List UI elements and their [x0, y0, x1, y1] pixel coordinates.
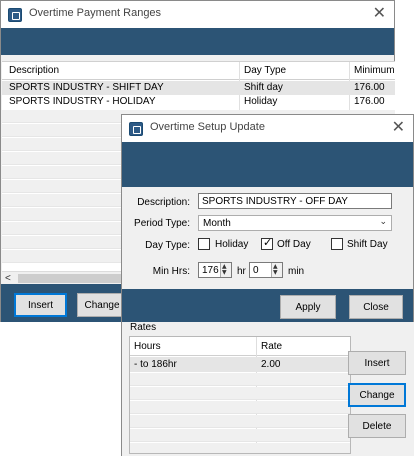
- column-header-hours[interactable]: Hours: [134, 341, 161, 352]
- rates-change-button[interactable]: Change: [348, 383, 406, 407]
- title-bar: Overtime Setup Update ✕: [122, 115, 413, 142]
- description-label: Description:: [137, 197, 190, 208]
- cell-day-type: Holiday: [244, 96, 278, 107]
- insert-button[interactable]: Insert: [14, 293, 67, 317]
- grid-header: Description Day Type Minimum: [2, 62, 395, 80]
- empty-row: [130, 373, 350, 386]
- off-day-checkbox[interactable]: ✓: [261, 236, 273, 250]
- close-icon[interactable]: ✕: [392, 117, 405, 136]
- horizontal-scrollbar[interactable]: <: [2, 271, 122, 284]
- empty-row: [130, 443, 350, 453]
- close-icon[interactable]: ✕: [373, 3, 386, 22]
- rates-change-button-label: Change: [359, 390, 395, 401]
- cell-description: SPORTS INDUSTRY - HOLIDAY: [9, 96, 156, 107]
- overtime-setup-update-window: Overtime Setup Update ✕ Description: SPO…: [121, 114, 414, 323]
- title-bar: Overtime Payment Ranges ✕: [1, 1, 394, 28]
- grid-header: Hours Rate: [130, 337, 350, 356]
- header-band: [122, 142, 413, 187]
- cell-minimum: 176.00: [354, 82, 385, 93]
- cell-day-type: Shift day: [244, 82, 283, 93]
- window-title: Overtime Payment Ranges: [29, 7, 162, 19]
- cell-description: SPORTS INDUSTRY - SHIFT DAY: [9, 82, 164, 93]
- column-header-description[interactable]: Description: [9, 65, 59, 76]
- cell-rate: 2.00: [261, 359, 281, 370]
- rates-insert-button[interactable]: Insert: [348, 351, 406, 375]
- period-type-label: Period Type:: [134, 218, 190, 229]
- window-title: Overtime Setup Update: [150, 121, 265, 133]
- min-hrs-label: Min Hrs:: [152, 266, 190, 277]
- column-header-rate[interactable]: Rate: [261, 341, 282, 352]
- table-row[interactable]: SPORTS INDUSTRY - SHIFT DAY Shift day 17…: [2, 81, 395, 95]
- header-band: [1, 28, 394, 55]
- rates-delete-button[interactable]: Delete: [348, 414, 406, 438]
- change-button[interactable]: Change: [77, 293, 127, 317]
- shift-day-checkbox-label[interactable]: Shift Day: [347, 239, 388, 250]
- min-hours-stepper[interactable]: 176 ▲ ▼: [198, 262, 232, 278]
- scrollbar-thumb[interactable]: [18, 274, 122, 283]
- close-button[interactable]: Close: [349, 295, 403, 319]
- min-minutes-stepper[interactable]: 0 ▲ ▼: [249, 262, 283, 278]
- table-row[interactable]: SPORTS INDUSTRY - HOLIDAY Holiday 176.00: [2, 95, 395, 109]
- spin-down-icon[interactable]: ▼: [273, 270, 278, 276]
- apply-button[interactable]: Apply: [280, 295, 336, 319]
- empty-row: [130, 429, 350, 442]
- rates-panel: Rates Hours Rate - to 186hr 2.00 Insert …: [121, 322, 414, 456]
- day-type-label: Day Type:: [145, 240, 190, 251]
- min-hours-value: 176: [202, 265, 219, 276]
- description-input[interactable]: SPORTS INDUSTRY - OFF DAY: [198, 193, 392, 209]
- stepper-buttons[interactable]: ▲ ▼: [220, 263, 231, 277]
- empty-row: [130, 387, 350, 400]
- chevron-down-icon[interactable]: ⌄: [379, 217, 387, 227]
- shift-day-checkbox[interactable]: [331, 238, 343, 250]
- change-button-label: Change: [84, 300, 120, 311]
- holiday-checkbox[interactable]: [198, 238, 210, 250]
- column-header-minimum[interactable]: Minimum: [354, 65, 395, 76]
- app-icon: [8, 8, 22, 22]
- spin-down-icon[interactable]: ▼: [222, 270, 227, 276]
- insert-button-label: Insert: [27, 300, 53, 311]
- empty-row: [130, 401, 350, 414]
- rates-insert-button-label: Insert: [364, 358, 390, 369]
- min-unit-label: min: [288, 266, 305, 277]
- period-type-value: Month: [203, 218, 231, 229]
- stepper-buttons[interactable]: ▲ ▼: [271, 263, 282, 277]
- hr-unit-label: hr: [237, 266, 246, 277]
- rates-grid[interactable]: Hours Rate - to 186hr 2.00: [129, 336, 351, 454]
- cell-hours: - to 186hr: [134, 359, 177, 370]
- close-button-label: Close: [363, 302, 389, 313]
- period-type-select[interactable]: Month ⌄: [198, 215, 392, 231]
- table-row[interactable]: - to 186hr 2.00: [130, 357, 350, 372]
- apply-button-label: Apply: [295, 302, 321, 313]
- cell-minimum: 176.00: [354, 96, 385, 107]
- empty-row: [130, 415, 350, 428]
- scroll-left-icon[interactable]: <: [5, 273, 11, 284]
- checkbox-check-icon: ✓: [263, 236, 273, 249]
- app-icon: [129, 122, 143, 136]
- off-day-checkbox-label[interactable]: Off Day: [277, 239, 311, 250]
- rates-delete-button-label: Delete: [362, 421, 392, 432]
- holiday-checkbox-label[interactable]: Holiday: [215, 239, 248, 250]
- rates-label: Rates: [130, 322, 157, 333]
- column-header-day-type[interactable]: Day Type: [244, 65, 286, 76]
- min-minutes-value: 0: [253, 265, 259, 276]
- setup-form: Description: SPORTS INDUSTRY - OFF DAY P…: [122, 187, 413, 289]
